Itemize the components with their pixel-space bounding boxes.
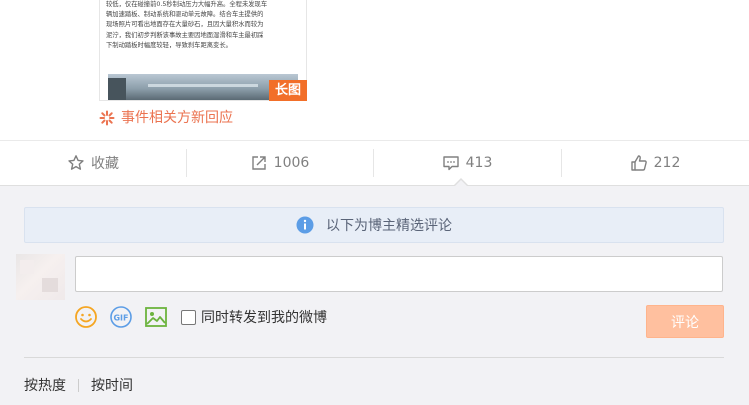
smiley-icon[interactable] xyxy=(74,305,98,329)
gif-icon[interactable]: GIF xyxy=(109,305,133,329)
thumbs-up-icon xyxy=(630,155,647,171)
long-image-badge: 长图 xyxy=(269,80,307,101)
info-icon xyxy=(296,216,314,234)
event-update-label: 事件相关方新回应 xyxy=(121,110,233,126)
action-bar: 收藏 1006 413 212 xyxy=(0,141,749,185)
repost-checkbox[interactable] xyxy=(181,309,196,325)
sort-by-hot[interactable]: 按热度 xyxy=(24,375,66,395)
thumbnail-text: 较低，仅在碰撞前0.5秒制动压力大幅升高。全程未发现车 辆加速踏板、制动系统和驱… xyxy=(106,1,268,49)
featured-comments-notice: 以下为博主精选评论 xyxy=(24,207,724,243)
event-update-link[interactable]: 事件相关方新回应 xyxy=(99,109,233,127)
share-icon xyxy=(251,156,266,170)
comment-tools: GIF 同时转发到我的微博 xyxy=(74,304,327,330)
favorite-button[interactable]: 收藏 xyxy=(0,141,186,185)
comment-sort: 按热度 按时间 xyxy=(24,375,133,395)
comment-count: 413 xyxy=(465,155,493,171)
comment-caret-fill xyxy=(454,180,468,187)
notice-text: 以下为博主精选评论 xyxy=(326,218,452,234)
post-content: 较低，仅在碰撞前0.5秒制动压力大幅升高。全程未发现车 辆加速踏板、制动系统和驱… xyxy=(0,0,749,141)
favorite-label: 收藏 xyxy=(91,156,119,172)
comment-icon xyxy=(442,156,459,171)
avatar[interactable] xyxy=(16,254,65,300)
repost-checkbox-label[interactable]: 同时转发到我的微博 xyxy=(201,307,327,327)
spark-icon xyxy=(99,110,115,126)
svg-text:GIF: GIF xyxy=(113,314,128,323)
like-count: 212 xyxy=(653,155,681,171)
star-icon xyxy=(68,155,84,170)
sort-by-time[interactable]: 按时间 xyxy=(91,375,133,395)
repost-count: 1006 xyxy=(273,155,310,171)
divider xyxy=(24,357,724,358)
submit-comment-button[interactable]: 评论 xyxy=(646,305,724,338)
repost-button[interactable]: 1006 xyxy=(186,141,373,185)
comment-input[interactable] xyxy=(75,256,723,292)
picture-icon[interactable] xyxy=(144,305,168,329)
sort-separator xyxy=(78,378,79,392)
like-button[interactable]: 212 xyxy=(561,141,749,185)
